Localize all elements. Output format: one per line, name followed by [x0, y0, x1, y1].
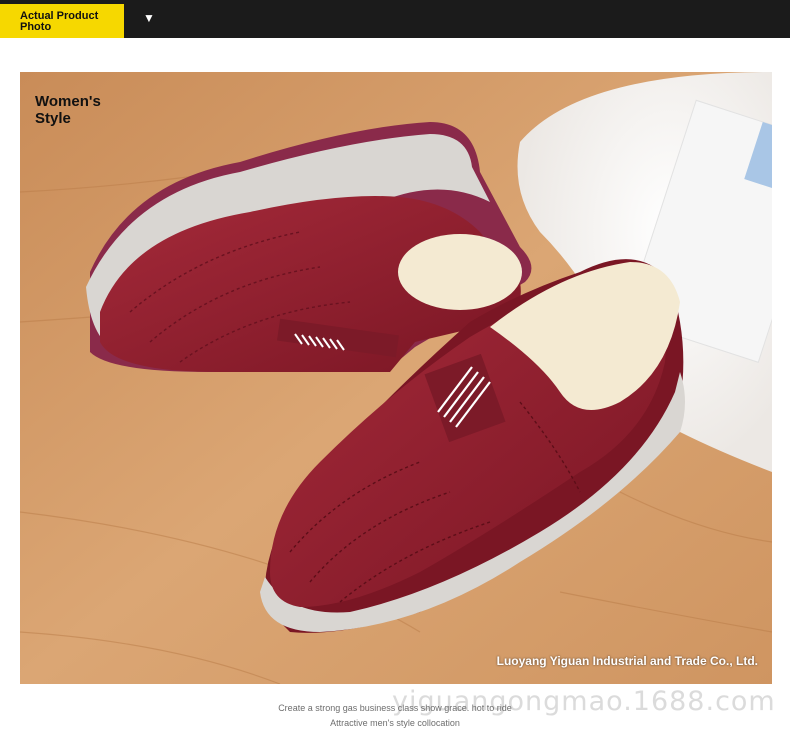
- header-tag: Actual Product Photo: [0, 4, 124, 38]
- dropdown-arrow-icon[interactable]: ▼: [143, 11, 155, 25]
- company-label: Luoyang Yiguan Industrial and Trade Co.,…: [496, 654, 758, 668]
- caption-line-2: Attractive men's style collocation: [330, 718, 460, 728]
- caption-line-1: Create a strong gas business class show …: [278, 703, 512, 713]
- header-bar: Actual Product Photo ▼: [0, 0, 790, 38]
- shoe-illustration: [20, 72, 772, 684]
- style-label: Women's Style: [35, 93, 101, 127]
- product-photo: Women's Style Luoyang Yiguan Industrial …: [20, 72, 772, 684]
- header-tag-label: Actual Product Photo: [20, 10, 99, 33]
